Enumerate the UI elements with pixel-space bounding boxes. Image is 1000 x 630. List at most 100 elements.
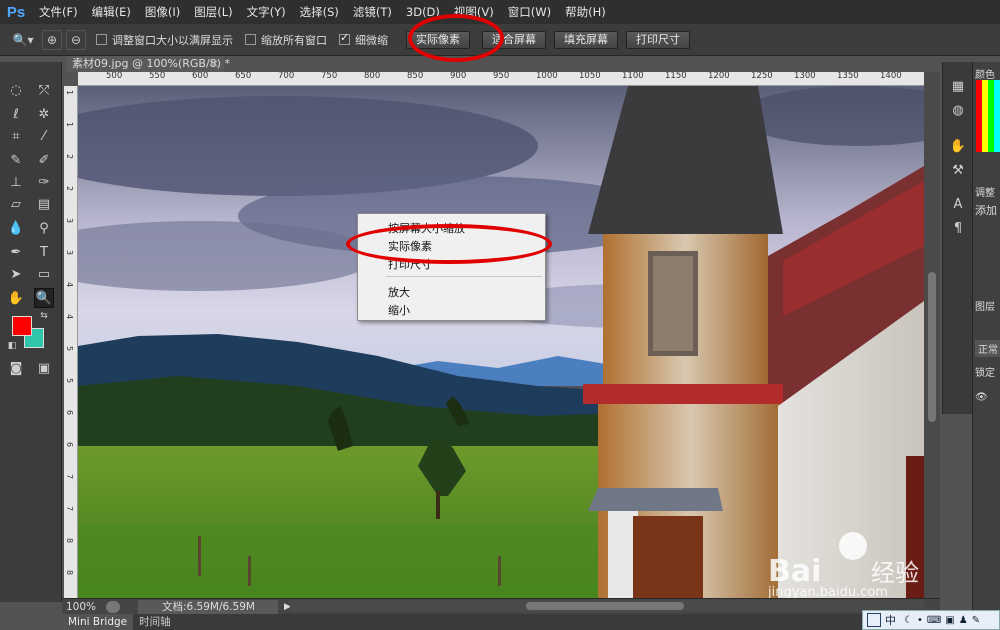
menu-window[interactable]: 窗口(W)	[501, 0, 558, 24]
checkbox-icon	[96, 34, 107, 45]
ruler-tick-label: 1200	[708, 72, 730, 81]
ime-taskbar: 中 ☾•⌨▣♟✎	[862, 610, 1000, 630]
history-brush-icon[interactable]: ✑	[34, 172, 54, 192]
ruler-tick-label: 1100	[622, 72, 644, 81]
default-colors-icon[interactable]: ◧	[6, 340, 18, 352]
menu-select[interactable]: 选择(S)	[293, 0, 346, 24]
ruler-tick-label: 900	[450, 72, 467, 81]
move-tool-icon[interactable]: ⤱	[34, 80, 54, 100]
vertical-scroll-thumb[interactable]	[928, 272, 936, 422]
annotation-circle-top	[408, 14, 504, 62]
marquee-tool-icon[interactable]: ◌	[6, 80, 26, 100]
path-select-icon[interactable]: ➤	[6, 264, 26, 284]
menu-filter[interactable]: 滤镜(T)	[346, 0, 399, 24]
info-panel-icon[interactable]: ◍	[948, 100, 968, 120]
gradient-tool-icon[interactable]: ▤	[34, 194, 54, 214]
tab-timeline[interactable]: 时间轴	[133, 614, 177, 630]
menu-type[interactable]: 文字(Y)	[240, 0, 293, 24]
layers-panel-title[interactable]: 图层	[975, 298, 995, 313]
ime-logo-icon[interactable]	[867, 613, 881, 627]
vertical-scrollbar[interactable]	[924, 72, 940, 598]
document-tab-title: 素材09.jpg @ 100%(RGB/8) *	[72, 57, 230, 70]
magic-wand-icon[interactable]: ✲	[34, 104, 54, 124]
document-tab[interactable]: 素材09.jpg @ 100%(RGB/8) * ×	[66, 56, 230, 72]
brush-panel-icon[interactable]: ✋	[948, 136, 968, 156]
checkbox-icon	[245, 34, 256, 45]
ime-tools-icon[interactable]: ☾•⌨▣♟✎	[904, 615, 984, 626]
resize-windows-label: 调整窗口大小以满屏显示	[112, 33, 233, 47]
scrubby-zoom-label: 细微缩	[355, 33, 388, 47]
brush-tool-icon[interactable]: ✐	[34, 150, 54, 170]
ruler-tick-label: 850	[407, 72, 424, 81]
type-tool-icon[interactable]: T	[34, 242, 54, 262]
menu-image[interactable]: 图像(I)	[138, 0, 187, 24]
tab-mini-bridge[interactable]: Mini Bridge	[62, 614, 134, 630]
menu-help[interactable]: 帮助(H)	[558, 0, 613, 24]
menu-item-zoom-in[interactable]: 放大	[388, 284, 410, 300]
fill-screen-button[interactable]: 填充屏幕	[554, 30, 618, 49]
bottom-panel-tabs: Mini Bridge 时间轴	[62, 614, 1000, 630]
ruler-tick-label: 1300	[794, 72, 816, 81]
zoom-tool-icon[interactable]: 🔍	[34, 288, 54, 308]
history-panel-icon[interactable]: ▦	[948, 76, 968, 96]
visibility-eye-icon[interactable]: 👁	[975, 392, 988, 403]
shape-tool-icon[interactable]: ▭	[34, 264, 54, 284]
zoom-level[interactable]: 100%	[66, 601, 106, 613]
foreground-color-swatch[interactable]	[12, 316, 32, 336]
document-canvas[interactable]: Bai 经验 jingyan.baidu.com	[78, 86, 924, 598]
horizontal-scroll-thumb[interactable]	[526, 602, 684, 610]
character-panel-icon[interactable]: A	[948, 194, 968, 214]
ruler-tick-label: 5	[65, 346, 74, 352]
close-tab-icon[interactable]: ×	[210, 56, 219, 72]
menu-edit[interactable]: 编辑(E)	[85, 0, 138, 24]
blur-tool-icon[interactable]: 💧	[6, 218, 26, 238]
zoom-in-icon[interactable]: ⊕	[42, 29, 62, 50]
ruler-tick-label: 7	[65, 474, 74, 480]
pen-tool-icon[interactable]: ✒	[6, 242, 26, 262]
healing-brush-icon[interactable]: ✎	[6, 150, 26, 170]
annotation-circle-menu	[346, 224, 552, 264]
ruler-tick-label: 1000	[536, 72, 558, 81]
swatch-grid[interactable]	[976, 80, 1000, 152]
menu-file[interactable]: 文件(F)	[32, 0, 85, 24]
menu-layer[interactable]: 图层(L)	[187, 0, 239, 24]
ruler-tick-label: 1	[65, 122, 74, 128]
zoom-tool-preset-icon[interactable]: 🔍▾	[8, 30, 38, 50]
svg-text:jingyan.baidu.com: jingyan.baidu.com	[767, 585, 888, 598]
scrubby-zoom-checkbox[interactable]: 细微缩	[339, 31, 388, 48]
eraser-icon[interactable]: ▱	[6, 194, 26, 214]
eyedropper-icon[interactable]: ⁄	[34, 126, 54, 146]
screen-mode-icon[interactable]: ▣	[34, 358, 54, 378]
ruler-tick-label: 4	[65, 282, 74, 288]
quick-mask-icon[interactable]: ◙	[6, 358, 26, 378]
ruler-tick-label: 3	[65, 250, 74, 256]
hand-tool-icon[interactable]: ✋	[6, 288, 26, 308]
horizontal-ruler: 500 550 600 650 700 750 800 850 900 950 1000 1050 11…	[78, 72, 924, 86]
blend-mode-select[interactable]: 正常	[975, 340, 1000, 357]
color-panel-title[interactable]: 颜色	[975, 66, 995, 81]
menu-bar: Ps 文件(F) 编辑(E) 图像(I) 图层(L) 文字(Y) 选择(S) 滤…	[0, 0, 1000, 24]
ruler-tick-label: 650	[235, 72, 252, 81]
menu-item-zoom-out[interactable]: 缩小	[388, 302, 410, 318]
zoom-all-windows-checkbox[interactable]: 缩放所有窗口	[245, 32, 327, 48]
dodge-tool-icon[interactable]: ⚲	[34, 218, 54, 238]
print-size-button[interactable]: 打印尺寸	[626, 30, 690, 49]
ime-mode[interactable]: 中	[885, 612, 896, 628]
ruler-tick-label: 1250	[751, 72, 773, 81]
adjustments-panel-title[interactable]: 调整	[975, 184, 995, 199]
ruler-tick-label: 1150	[665, 72, 687, 81]
ruler-tick-label: 1400	[880, 72, 902, 81]
resize-windows-checkbox[interactable]: 调整窗口大小以满屏显示	[96, 32, 233, 48]
ruler-tick-label: 6	[65, 410, 74, 416]
ruler-tick-label: 1350	[837, 72, 859, 81]
svg-text:经验: 经验	[871, 559, 919, 587]
clone-stamp-icon[interactable]: ⊥	[6, 172, 26, 192]
ruler-tick-label: 550	[149, 72, 166, 81]
horizontal-scrollbar[interactable]	[290, 600, 924, 612]
zoom-out-icon[interactable]: ⊖	[66, 29, 86, 50]
tool-presets-icon[interactable]: ⚒	[948, 160, 968, 180]
paragraph-panel-icon[interactable]: ¶	[948, 218, 968, 238]
swap-colors-icon[interactable]: ⇆	[38, 310, 50, 322]
lasso-tool-icon[interactable]: ℓ	[6, 104, 26, 124]
crop-tool-icon[interactable]: ⌗	[6, 126, 26, 146]
